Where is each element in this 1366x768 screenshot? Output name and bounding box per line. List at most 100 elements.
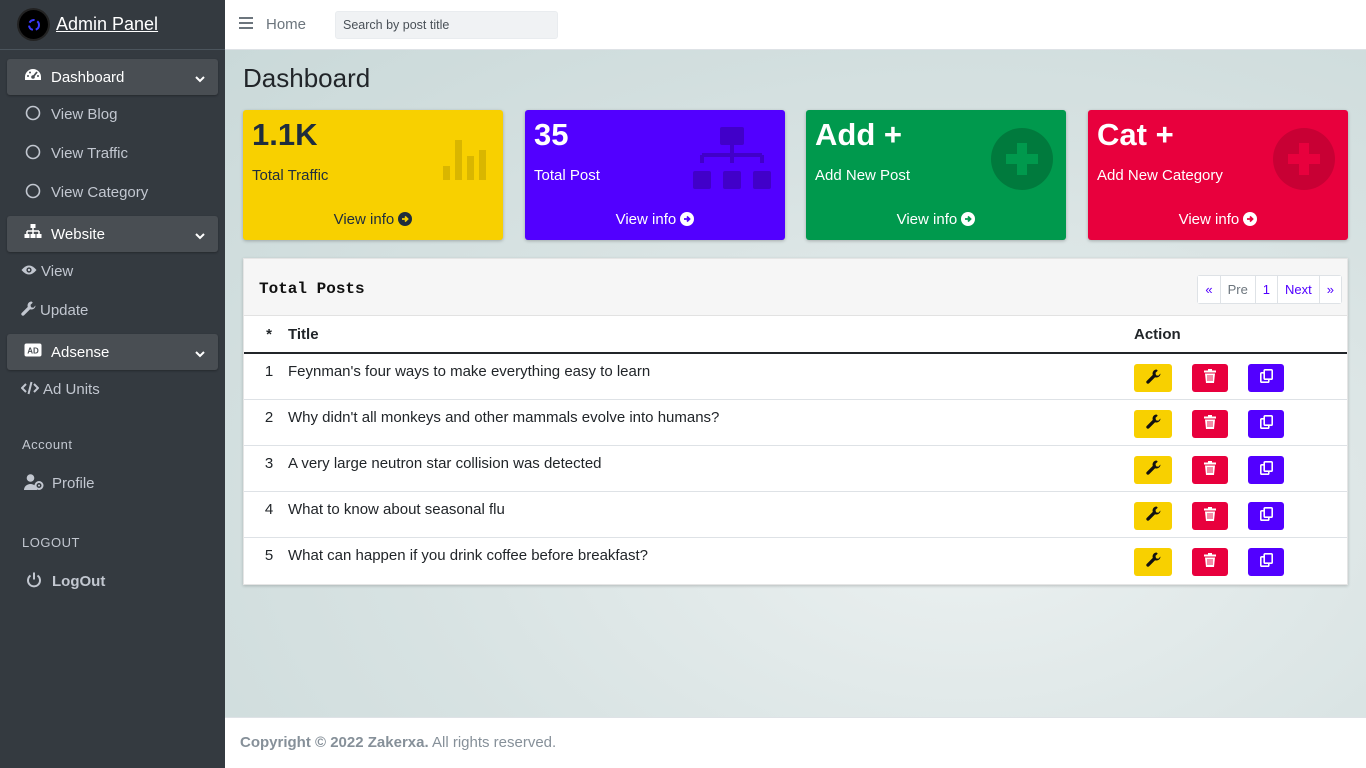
wrench-icon bbox=[1145, 460, 1161, 479]
delete-button[interactable] bbox=[1192, 501, 1228, 530]
edit-button[interactable] bbox=[1134, 501, 1172, 530]
view-info-link[interactable]: View info bbox=[525, 211, 785, 228]
wrench-icon bbox=[1145, 506, 1161, 525]
view-info-label: View info bbox=[615, 211, 677, 228]
section-header-logout: LOGOUT bbox=[22, 535, 80, 550]
row-title: Why didn't all monkeys and other mammals… bbox=[288, 398, 1134, 445]
hamburger-menu-icon[interactable] bbox=[239, 16, 253, 33]
sidebar-item-label: View bbox=[41, 263, 74, 280]
card-total-post: 35 Total Post View info bbox=[525, 110, 785, 240]
page-title: Dashboard bbox=[243, 63, 371, 93]
pager-page-1[interactable]: 1 bbox=[1254, 276, 1278, 303]
home-link[interactable]: Home bbox=[266, 16, 306, 33]
bar-chart-icon bbox=[441, 126, 491, 186]
view-info-label: View info bbox=[333, 211, 395, 228]
copy-icon bbox=[1259, 369, 1273, 387]
main-content: Dashboard 1.1K Total Traffic View info 3… bbox=[225, 50, 1366, 717]
view-info-link[interactable]: View info bbox=[1088, 211, 1348, 228]
circle-icon bbox=[25, 105, 41, 125]
pager-prev[interactable]: Pre bbox=[1219, 276, 1255, 303]
row-actions bbox=[1134, 536, 1347, 583]
view-info-link[interactable]: View info bbox=[806, 211, 1066, 228]
copy-button[interactable] bbox=[1248, 501, 1284, 530]
nav-group-label: Dashboard bbox=[51, 68, 125, 86]
row-index: 5 bbox=[244, 536, 288, 583]
plus-circle-icon bbox=[991, 128, 1053, 194]
row-actions bbox=[1134, 398, 1347, 445]
row-index: 3 bbox=[244, 444, 288, 491]
delete-button[interactable] bbox=[1192, 409, 1228, 438]
sidebar-item-view-blog[interactable]: View Blog bbox=[0, 95, 225, 134]
view-info-label: View info bbox=[1178, 211, 1240, 228]
row-title: A very large neutron star collision was … bbox=[288, 444, 1134, 491]
wrench-icon bbox=[21, 301, 36, 320]
footer-rights: All rights reserved. bbox=[428, 734, 557, 751]
view-info-label: View info bbox=[896, 211, 958, 228]
power-icon bbox=[26, 572, 42, 592]
nav-group-adsense[interactable]: AD Adsense bbox=[7, 334, 218, 370]
sidebar-item-ad-units[interactable]: Ad Units bbox=[0, 370, 225, 409]
brand[interactable]: Admin Panel bbox=[0, 0, 225, 50]
sidebar-item-label: View Traffic bbox=[51, 145, 128, 162]
edit-button[interactable] bbox=[1134, 364, 1172, 392]
row-actions bbox=[1134, 490, 1347, 537]
col-header-title: Title bbox=[288, 316, 1134, 354]
edit-button[interactable] bbox=[1134, 547, 1172, 576]
nav-group-website[interactable]: Website bbox=[7, 216, 218, 252]
trash-icon bbox=[1204, 369, 1216, 387]
view-info-link[interactable]: View info bbox=[243, 211, 503, 228]
edit-button[interactable] bbox=[1134, 409, 1172, 438]
sitemap-icon bbox=[692, 127, 772, 195]
brand-logo-icon bbox=[19, 10, 48, 39]
code-icon bbox=[20, 381, 40, 399]
copy-button[interactable] bbox=[1248, 455, 1284, 484]
table-header-row: * Title Action bbox=[244, 316, 1347, 354]
delete-button[interactable] bbox=[1192, 547, 1228, 576]
card-label: Total Traffic bbox=[252, 167, 329, 184]
ad-icon: AD bbox=[24, 343, 42, 361]
copy-icon bbox=[1259, 460, 1273, 479]
trash-icon bbox=[1204, 414, 1216, 433]
table-row: 3A very large neutron star collision was… bbox=[244, 444, 1347, 491]
eye-icon bbox=[21, 263, 37, 280]
row-actions bbox=[1134, 352, 1347, 399]
sitemap-icon bbox=[24, 224, 42, 244]
posts-table: * Title Action 1 Feynman's four ways to m… bbox=[244, 316, 1347, 583]
arrow-circle-right-icon bbox=[1243, 211, 1258, 228]
section-header-account: Account bbox=[22, 437, 73, 452]
brand-title[interactable]: Admin Panel bbox=[56, 14, 158, 35]
row-actions bbox=[1134, 444, 1347, 491]
delete-button[interactable] bbox=[1192, 455, 1228, 484]
sidebar-item-view[interactable]: View bbox=[0, 252, 225, 291]
delete-button[interactable] bbox=[1192, 364, 1228, 392]
nav-group-dashboard[interactable]: Dashboard bbox=[7, 59, 218, 95]
footer-copyright: Copyright © 2022 Zakerxa. bbox=[240, 734, 429, 751]
sidebar-item-update[interactable]: Update bbox=[0, 291, 225, 330]
circle-icon bbox=[25, 144, 41, 164]
row-title: What can happen if you drink coffee befo… bbox=[288, 536, 1134, 583]
copy-icon bbox=[1259, 506, 1273, 525]
sidebar-item-profile[interactable]: Profile bbox=[0, 464, 225, 503]
card-add-new-category: Cat + Add New Category View info bbox=[1088, 110, 1348, 240]
panel-title: Total Posts bbox=[259, 280, 365, 298]
row-index: 2 bbox=[244, 398, 288, 445]
search-input[interactable] bbox=[335, 10, 559, 39]
sidebar-item-label: Ad Units bbox=[43, 381, 100, 398]
copy-button[interactable] bbox=[1248, 547, 1284, 576]
pager-last[interactable]: » bbox=[1318, 276, 1341, 303]
copy-button[interactable] bbox=[1248, 364, 1284, 392]
svg-text:AD: AD bbox=[27, 347, 39, 356]
nav-group-label: Adsense bbox=[51, 343, 110, 361]
topbar: Home bbox=[225, 0, 1366, 50]
pager-next[interactable]: Next bbox=[1277, 276, 1319, 303]
edit-button[interactable] bbox=[1134, 455, 1172, 484]
trash-icon bbox=[1204, 506, 1216, 525]
wrench-icon bbox=[1145, 552, 1161, 571]
col-header-action: Action bbox=[1134, 316, 1347, 354]
sidebar-item-view-category[interactable]: View Category bbox=[0, 173, 225, 212]
pager-first[interactable]: « bbox=[1198, 276, 1220, 303]
row-index: 1 bbox=[244, 352, 288, 399]
sidebar-item-view-traffic[interactable]: View Traffic bbox=[0, 134, 225, 173]
sidebar-item-logout[interactable]: LogOut bbox=[0, 562, 225, 601]
copy-button[interactable] bbox=[1248, 409, 1284, 438]
